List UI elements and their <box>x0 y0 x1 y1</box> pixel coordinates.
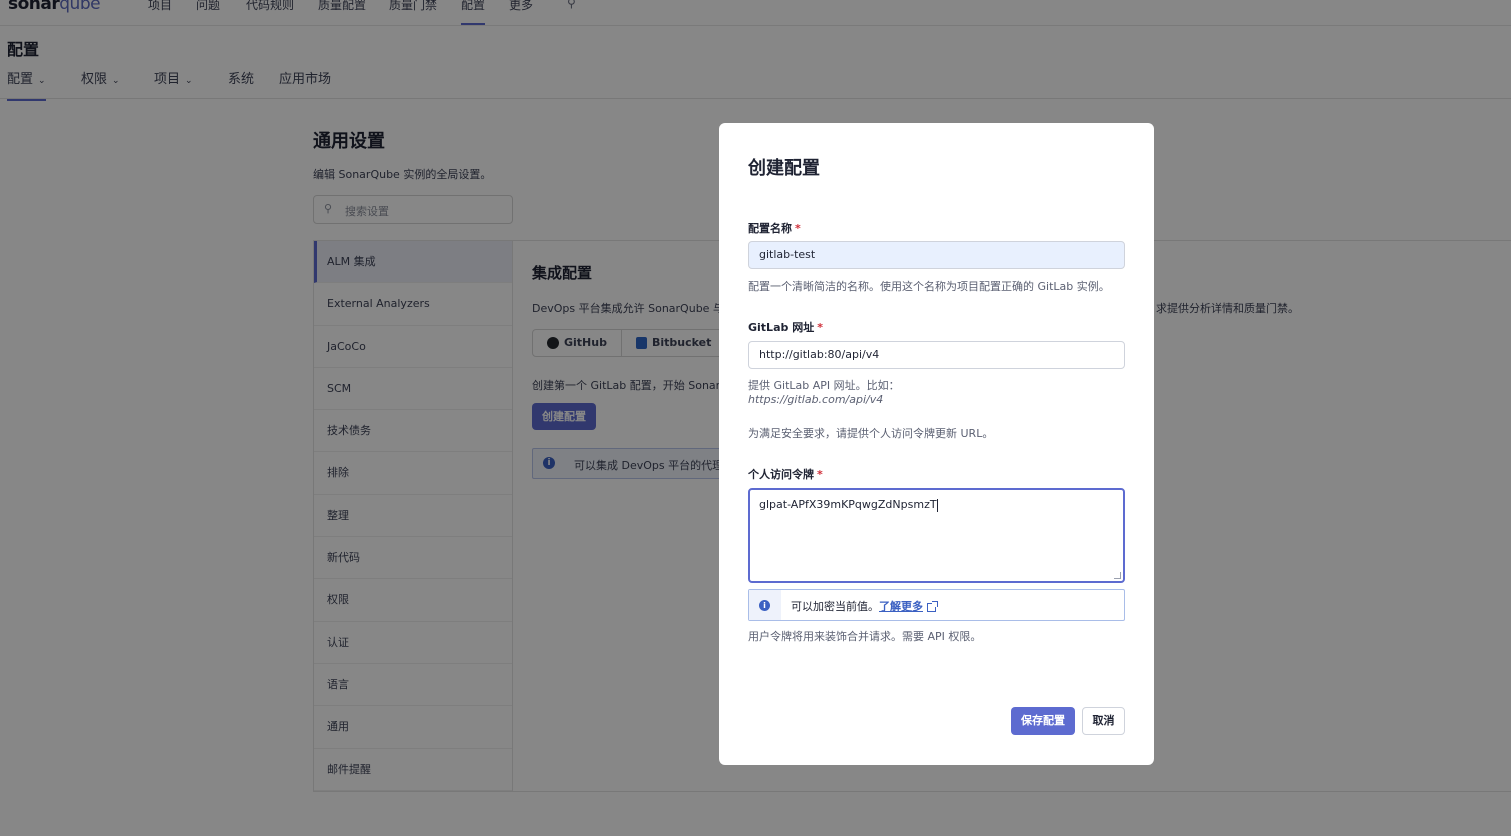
token-help: 用户令牌将用来装饰合并请求。需要 API 权限。 <box>748 630 982 643</box>
save-configuration-button[interactable]: 保存配置 <box>1011 707 1075 735</box>
token-label: 个人访问令牌 * <box>748 468 823 481</box>
learn-more-link[interactable]: 了解更多 <box>879 600 923 613</box>
modal-title: 创建配置 <box>748 158 820 179</box>
personal-access-token-textarea[interactable]: glpat-APfX39mKPqwgZdNpsmzT <box>748 488 1125 583</box>
gitlab-url-example: https://gitlab.com/api/v4 <box>748 393 884 406</box>
required-marker: * <box>817 468 823 481</box>
config-name-help: 配置一个清晰简洁的名称。使用这个名称为项目配置正确的 GitLab 实例。 <box>748 280 1110 293</box>
resize-handle[interactable] <box>1114 572 1121 579</box>
config-name-label: 配置名称 * <box>748 222 801 235</box>
create-configuration-modal: 创建配置 配置名称 * gitlab-test 配置一个清晰简洁的名称。使用这个名… <box>719 123 1154 765</box>
gitlab-url-security-note: 为满足安全要求，请提供个人访问令牌更新 URL。 <box>748 427 994 440</box>
gitlab-url-input[interactable]: http://gitlab:80/api/v4 <box>748 341 1125 369</box>
required-marker: * <box>795 222 801 235</box>
external-link-icon <box>927 600 938 612</box>
config-name-input[interactable]: gitlab-test <box>748 241 1125 269</box>
text-caret <box>936 498 938 512</box>
info-icon: i <box>759 600 770 611</box>
cancel-button[interactable]: 取消 <box>1082 707 1125 735</box>
gitlab-url-label: GitLab 网址 * <box>748 321 823 334</box>
required-marker: * <box>817 321 823 334</box>
encrypt-info-alert: i 可以加密当前值。了解更多 <box>748 589 1125 621</box>
gitlab-url-help: 提供 GitLab API 网址。比如： <box>748 379 900 392</box>
